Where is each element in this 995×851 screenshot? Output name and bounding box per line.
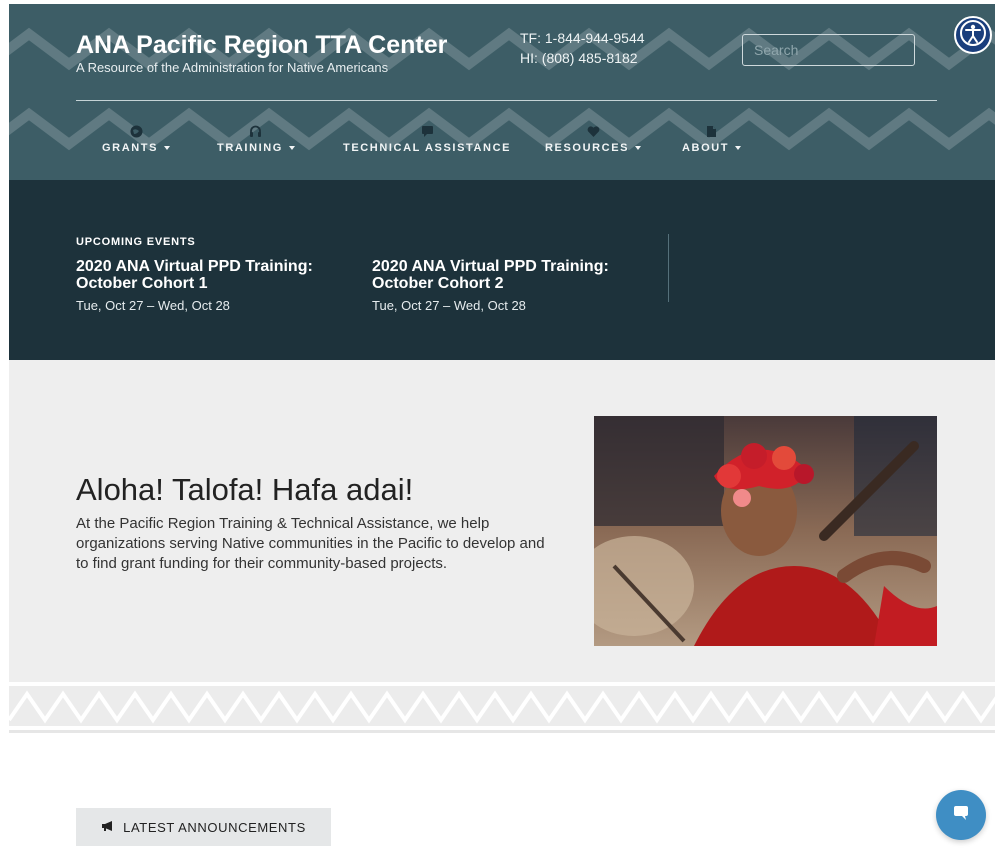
phone-hawaii[interactable]: HI: (808) 485-8182	[520, 50, 638, 66]
chevron-down-icon	[635, 146, 642, 150]
nav-label-training: TRAINING	[217, 142, 283, 154]
chat-bubble-icon	[952, 804, 970, 827]
chevron-down-icon	[164, 146, 171, 150]
event-date: Tue, Oct 27 – Wed, Oct 28	[76, 298, 230, 313]
page: ANA Pacific Region TTA Center A Resource…	[0, 0, 995, 851]
event-item[interactable]: 2020 ANA Virtual PPD Training: October C…	[372, 258, 652, 313]
hero-text: At the Pacific Region Training & Technic…	[76, 515, 545, 572]
nav-label-grants: GRANTS	[102, 142, 159, 154]
decorative-zigzag-band	[9, 682, 995, 734]
event-title[interactable]: 2020 ANA Virtual PPD Training: October C…	[76, 258, 356, 292]
globe-icon	[129, 124, 143, 138]
chat-button[interactable]	[936, 790, 986, 840]
header-divider	[76, 100, 937, 101]
search-input[interactable]	[742, 34, 915, 66]
heart-icon	[586, 124, 600, 138]
headphones-icon	[249, 124, 263, 138]
nav-item-technical-assistance[interactable]: TECHNICAL ASSISTANCE	[343, 124, 511, 154]
accessibility-icon	[959, 19, 987, 52]
chevron-down-icon	[735, 146, 742, 150]
events-divider	[668, 234, 669, 302]
nav-label-resources: RESOURCES	[545, 142, 630, 154]
site-subtitle: A Resource of the Administration for Nat…	[76, 60, 389, 75]
events-heading: UPCOMING EVENTS	[76, 236, 196, 248]
chevron-down-icon	[288, 146, 295, 150]
site-header: ANA Pacific Region TTA Center A Resource…	[9, 4, 995, 180]
nav-item-resources[interactable]: RESOURCES	[545, 124, 642, 154]
events-section: UPCOMING EVENTS 2020 ANA Virtual PPD Tra…	[9, 180, 995, 360]
nav-item-grants[interactable]: GRANTS	[102, 124, 171, 154]
latest-announcements-button[interactable]: LATEST ANNOUNCEMENTS	[76, 808, 331, 846]
document-icon	[705, 124, 719, 138]
phone-toll-free[interactable]: TF: 1-844-944-9544	[520, 30, 645, 46]
nav-label-technical-assistance: TECHNICAL ASSISTANCE	[343, 142, 512, 154]
site-title[interactable]: ANA Pacific Region TTA Center	[76, 31, 447, 60]
event-date: Tue, Oct 27 – Wed, Oct 28	[372, 298, 526, 313]
nav-label-about: ABOUT	[682, 142, 730, 154]
nav-item-about[interactable]: ABOUT	[682, 124, 742, 154]
nav-item-training[interactable]: TRAINING	[217, 124, 295, 154]
megaphone-icon	[101, 820, 115, 835]
hero-title: Aloha! Talofa! Hafa adai!	[76, 472, 414, 507]
hero-section: Aloha! Talofa! Hafa adai! At the Pacific…	[9, 360, 995, 682]
chat-icon	[420, 124, 434, 138]
event-item[interactable]: 2020 ANA Virtual PPD Training: October C…	[76, 258, 356, 313]
latest-announcements-label: LATEST ANNOUNCEMENTS	[123, 819, 306, 835]
event-title[interactable]: 2020 ANA Virtual PPD Training: October C…	[372, 258, 652, 292]
hero-photo	[594, 416, 937, 646]
accessibility-button[interactable]	[954, 16, 992, 54]
